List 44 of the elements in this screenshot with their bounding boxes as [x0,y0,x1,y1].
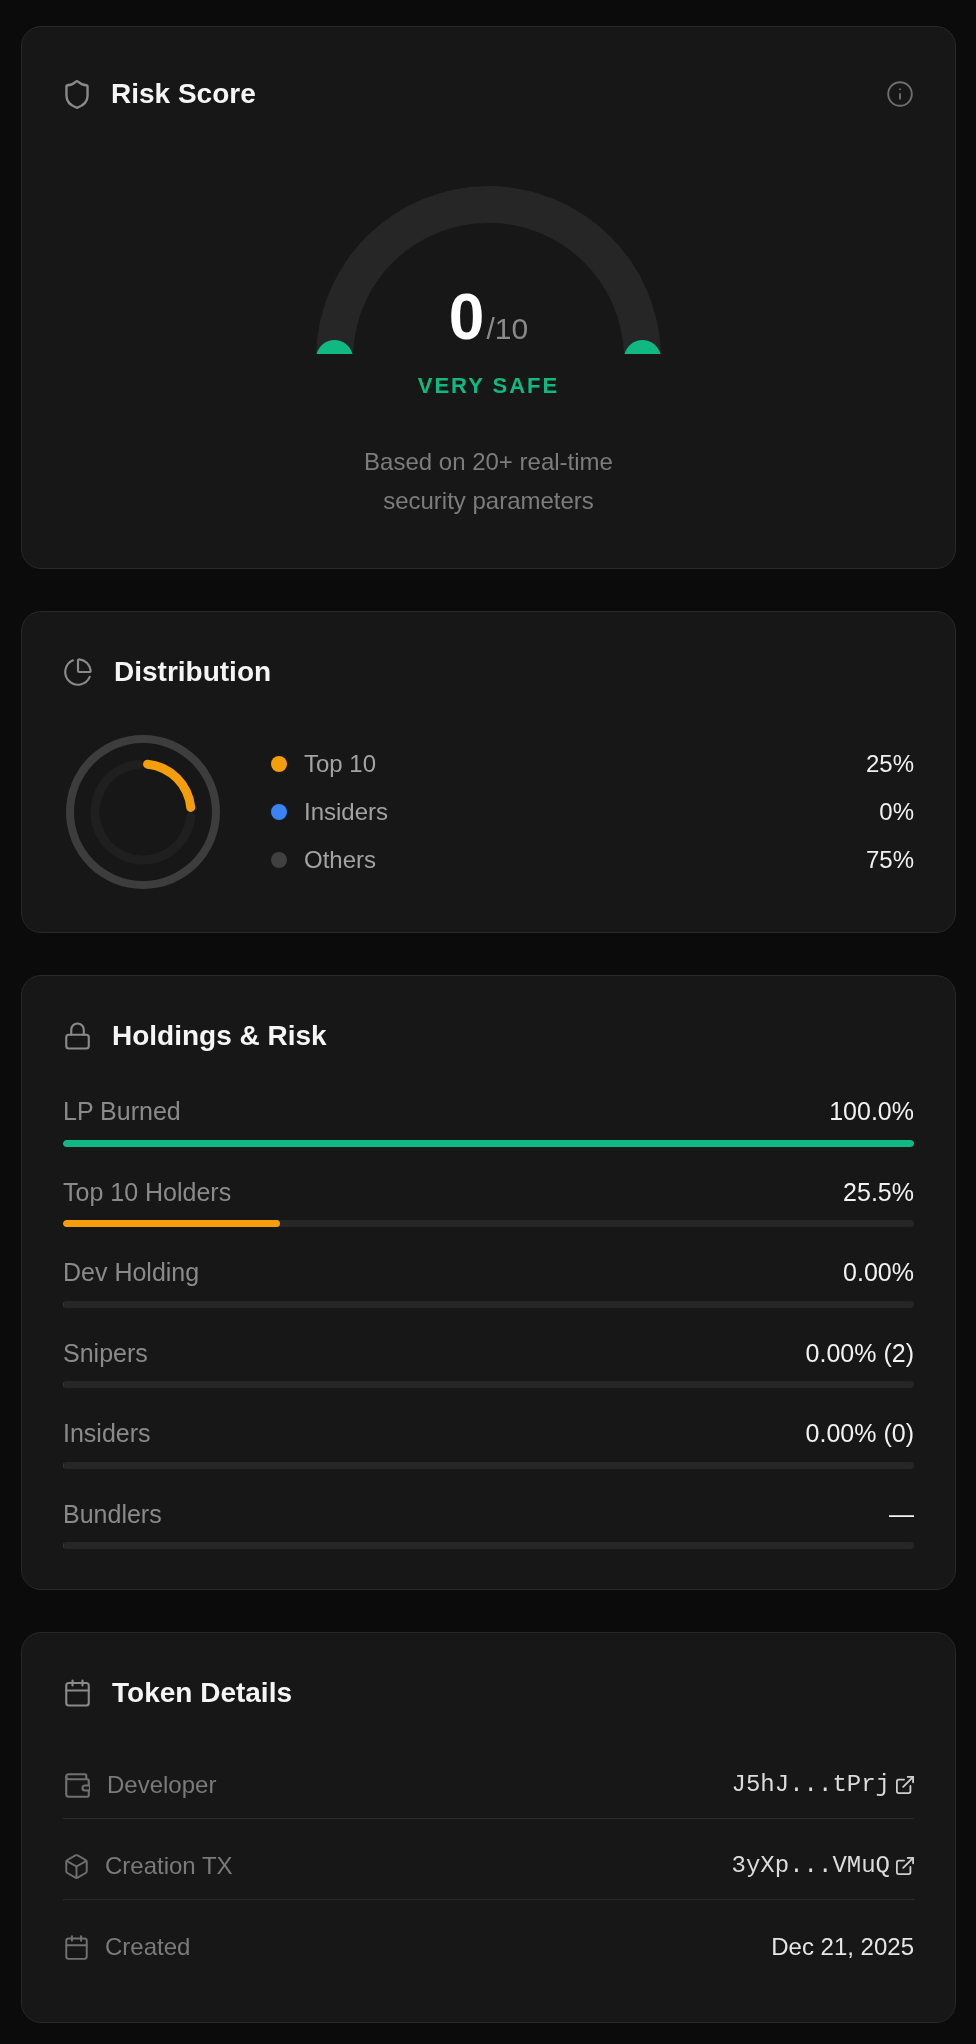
metric-label: Bundlers [63,1498,162,1529]
legend-value: 25% [865,749,914,779]
metric-value: 100.0% [829,1096,914,1126]
metric-label: Top 10 Holders [63,1176,232,1207]
external-link-icon [896,1776,914,1794]
metric-value: 0.00% [843,1257,914,1287]
metric-value: 0.00% (0) [805,1418,914,1448]
metric-value: 25.5% [843,1176,914,1207]
detail-label: Developer [107,1770,217,1800]
gauge-start-cap [316,340,353,354]
info-icon[interactable] [887,81,913,107]
lock-icon [65,1022,90,1050]
pie-chart-icon [64,658,92,686]
legend-label: Top 10 [304,749,377,779]
metric-label: Dev Holding [63,1257,200,1287]
address-link[interactable]: 3yXp...VMuQ [731,1851,914,1881]
gauge-end-cap [624,340,661,354]
external-link-icon [896,1857,914,1875]
metric-label: Snipers [63,1337,148,1368]
detail-label: Creation TX [105,1851,233,1881]
wallet-icon [65,1772,90,1798]
card-title: Holdings & Risk [112,1020,327,1052]
metric-label: Insiders [63,1418,151,1448]
metric-value: — [889,1498,914,1529]
metric-label: LP Burned [63,1096,181,1126]
score-description: Based on 20+ real-time security parameters [363,447,614,516]
risk-rating: VERY SAFE [416,372,561,400]
calendar-icon [65,1679,90,1707]
address-link[interactable]: J5hJ...tPrj [731,1770,914,1800]
card-title: Token Details [112,1677,292,1709]
legend-value: 0% [879,797,914,827]
card-title: Risk Score [111,78,256,110]
legend-label: Insiders [304,797,389,827]
cube-icon [65,1853,88,1879]
metric-value: 0.00% (2) [805,1337,914,1368]
detail-label: Created [105,1932,191,1962]
legend-value: 75% [865,845,914,875]
shield-icon [65,79,89,109]
calendar-icon [65,1934,88,1960]
legend-label: Others [304,845,377,875]
card-title: Distribution [114,656,272,688]
score-max: /10 [486,314,529,344]
date-value: Dec 21, 2025 [771,1932,914,1962]
score-value: 0 [448,285,485,349]
